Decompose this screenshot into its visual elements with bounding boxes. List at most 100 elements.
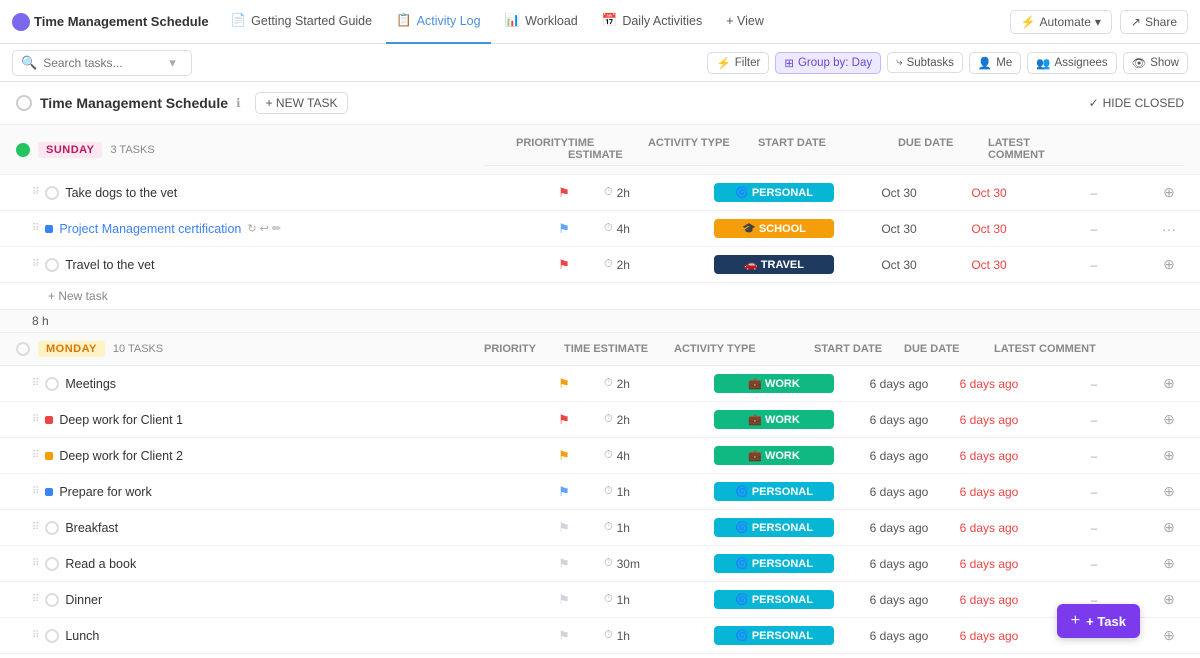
task-name-cell: ⠿ Travel to the vet — [16, 258, 524, 272]
drag-handle[interactable]: ⠿ — [32, 187, 39, 198]
me-button[interactable]: 👤 Me — [969, 52, 1021, 74]
chart-icon: 📊 — [505, 13, 521, 28]
new-task-button[interactable]: + NEW TASK — [255, 92, 349, 114]
priority-dot — [45, 488, 53, 496]
add-task-fab[interactable]: + + Task — [1057, 604, 1140, 638]
task-checkbox[interactable] — [45, 629, 59, 643]
clock-icon: ⏱ — [604, 413, 613, 426]
drag-handle[interactable]: ⠿ — [32, 223, 39, 234]
clock-icon: ⏱ — [604, 449, 613, 462]
tab-workload[interactable]: 📊 Workload — [495, 0, 588, 44]
drag-handle[interactable]: ⠿ — [32, 630, 39, 641]
row-action[interactable]: ⊕ — [1154, 591, 1184, 608]
subtasks-icon: ⤷ — [896, 56, 902, 69]
table-row: ⠿Project Management certification ⚑ ⏱ 30… — [0, 654, 1200, 658]
row-action[interactable]: ⊕ — [1154, 483, 1184, 500]
drag-handle[interactable]: ⠿ — [32, 378, 39, 389]
tab-getting-started[interactable]: 📄 Getting Started Guide — [221, 0, 382, 44]
table-row: ⠿ Travel to the vet ⚑ ⏱ 2h 🚗 TRAVEL Oct … — [0, 247, 1200, 283]
drag-handle[interactable]: ⠿ — [32, 558, 39, 569]
tab-daily-activities[interactable]: 📅 Daily Activities — [592, 0, 712, 44]
group-circle-sunday — [16, 143, 30, 157]
task-checkbox[interactable] — [45, 186, 59, 200]
priority-dot — [45, 225, 53, 233]
search-input[interactable] — [43, 56, 163, 70]
automate-button[interactable]: ⚡ Automate ▾ — [1010, 10, 1112, 34]
table-row: ⠿Deep work for Client 2 ⚑ ⏱ 4h 💼 WORK 6 … — [0, 438, 1200, 474]
drag-handle[interactable]: ⠿ — [32, 450, 39, 461]
priority-flag[interactable]: ⚑ — [558, 412, 570, 428]
drag-handle[interactable]: ⠿ — [32, 486, 39, 497]
row-action[interactable]: ⊕ — [1154, 519, 1184, 536]
activity-badge: 💼 WORK — [714, 446, 834, 465]
row-action[interactable]: ··· — [1154, 221, 1184, 237]
add-task-sunday[interactable]: + New task — [0, 283, 1200, 310]
priority-flag[interactable]: ⚑ — [558, 221, 570, 237]
show-button[interactable]: 👁 Show — [1123, 52, 1188, 74]
priority-flag[interactable]: ⚑ — [558, 556, 570, 572]
eye-icon: 👁 — [1132, 56, 1147, 70]
task-checkbox[interactable] — [45, 258, 59, 272]
col-headers-monday: PRIORITY TIME ESTIMATE ACTIVITY TYPE STA… — [484, 343, 1184, 355]
due-date-cell: Oct 30 — [944, 186, 1034, 200]
chevron-down-icon: ▾ — [1095, 15, 1101, 29]
plus-icon: + — [1071, 612, 1080, 630]
drag-handle[interactable]: ⠿ — [32, 594, 39, 605]
tab-activity-log[interactable]: 📋 Activity Log — [386, 0, 491, 44]
time-cell: ⏱ 2h — [604, 258, 714, 272]
clock-icon: ⏱ — [604, 258, 613, 271]
assignees-button[interactable]: 👥 Assignees — [1027, 52, 1116, 74]
table-row: ⠿Lunch ⚑ ⏱ 1h 🌀 PERSONAL 6 days ago 6 da… — [0, 618, 1200, 654]
tab-add-view[interactable]: + View — [716, 0, 774, 44]
row-action[interactable]: ⊕ — [1154, 375, 1184, 392]
drag-handle[interactable]: ⠿ — [32, 522, 39, 533]
priority-flag[interactable]: ⚑ — [558, 448, 570, 464]
activity-badge: 🌀 PERSONAL — [714, 626, 834, 645]
row-action[interactable]: ⊕ — [1154, 184, 1184, 201]
share-button[interactable]: ↗ Share — [1120, 10, 1188, 34]
row-action[interactable]: ⊕ — [1154, 256, 1184, 273]
group-by-button[interactable]: ⊞ Group by: Day — [775, 52, 881, 74]
row-action[interactable]: ⊕ — [1154, 411, 1184, 428]
hide-closed-button[interactable]: ✓ HIDE CLOSED — [1089, 96, 1184, 110]
priority-cell: ⚑ — [524, 185, 604, 201]
subtasks-button[interactable]: ⤷ Subtasks — [887, 52, 963, 73]
toolbar-actions: ⚡ Filter ⊞ Group by: Day ⤷ Subtasks 👤 Me… — [707, 52, 1188, 74]
start-date-cell: Oct 30 — [854, 222, 944, 236]
clock-icon: ⏱ — [604, 222, 613, 235]
priority-flag[interactable]: ⚑ — [558, 628, 570, 644]
drag-handle[interactable]: ⠿ — [32, 414, 39, 425]
info-icon[interactable]: ℹ — [236, 96, 241, 110]
priority-flag[interactable]: ⚑ — [558, 520, 570, 536]
row-action[interactable]: ⊕ — [1154, 627, 1184, 644]
task-checkbox[interactable] — [45, 557, 59, 571]
due-date-cell: Oct 30 — [944, 222, 1034, 236]
priority-flag[interactable]: ⚑ — [558, 257, 570, 273]
priority-flag[interactable]: ⚑ — [558, 376, 570, 392]
filter-icon: ⚡ — [716, 56, 730, 70]
task-checkbox[interactable] — [45, 593, 59, 607]
table-row: ⠿Read a book ⚑ ⏱ 30m 🌀 PERSONAL 6 days a… — [0, 546, 1200, 582]
group-label-sunday: SUNDAY — [38, 142, 102, 158]
project-header: Time Management Schedule ℹ + NEW TASK ✓ … — [0, 82, 1200, 125]
filter-button[interactable]: ⚡ Filter — [707, 52, 769, 74]
task-checkbox[interactable] — [45, 521, 59, 535]
col-headers-sunday: PRIORITY TIME ESTIMATE ACTIVITY TYPE STA… — [484, 133, 1184, 166]
time-cell: ⏱ 4h — [604, 222, 714, 236]
app-icon — [12, 13, 30, 31]
search-box[interactable]: 🔍 ▾ — [12, 50, 192, 76]
share-icon: ↗ — [1131, 15, 1141, 29]
activity-badge: 🚗 TRAVEL — [714, 255, 834, 274]
group-icon: ⊞ — [784, 56, 794, 70]
priority-flag[interactable]: ⚑ — [558, 592, 570, 608]
priority-flag[interactable]: ⚑ — [558, 484, 570, 500]
drag-handle[interactable]: ⠿ — [32, 259, 39, 270]
row-action[interactable]: ⊕ — [1154, 447, 1184, 464]
task-name-cell: ⠿ Take dogs to the vet — [16, 186, 524, 200]
check-icon: ✓ — [1089, 96, 1099, 110]
priority-flag[interactable]: ⚑ — [558, 185, 570, 201]
group-header-sunday: SUNDAY 3 TASKS PRIORITY TIME ESTIMATE AC… — [0, 125, 1200, 175]
activity-badge: 🌀 PERSONAL — [714, 482, 834, 501]
task-checkbox[interactable] — [45, 377, 59, 391]
row-action[interactable]: ⊕ — [1154, 555, 1184, 572]
